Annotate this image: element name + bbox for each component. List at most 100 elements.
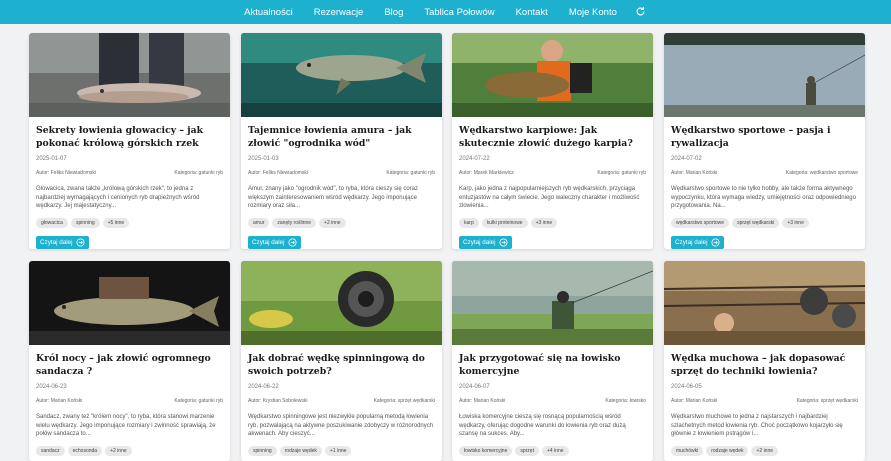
post-category: Kategoria: gatunki ryb [597,170,646,176]
tag-chip-more[interactable]: +5 inne [102,217,130,228]
post-excerpt: Głowacica, zwana także „królową górskich… [36,186,200,210]
tag-chip-more[interactable]: +2 inne [751,445,779,456]
tag-chip[interactable]: głowacica [36,217,68,228]
post-tags: karp kulki proteinowe +3 inne [459,217,646,228]
angler-holding-carp-photo[interactable] [452,33,653,117]
post-author: Autor: Marek Markiewicz [459,170,514,176]
post-card: Sekrety łowienia głowacicy – jak pokonać… [29,33,230,249]
post-card: Król nocy – jak złowić ogromnego sandacz… [29,261,230,461]
tag-chip-more[interactable]: +3 inne [782,217,809,228]
post-author: Autor: Marian Koński [459,398,506,404]
post-author: Autor: Marian Koński [36,398,83,404]
post-date: 2024-06-07 [459,384,490,390]
tag-chip[interactable]: rodzaje wędek [279,445,322,456]
post-card: Wędkarstwo karpiowe: Jak skutecznie złow… [452,33,653,249]
post-category: Kategoria: gatunki ryb [174,398,223,404]
grass-carp-underwater-photo[interactable] [241,33,442,117]
tag-chip-more[interactable]: +2 inne [105,445,132,456]
post-card: Wędkarstwo sportowe – pasja i rywalizacj… [664,33,865,249]
post-tags: amur zanęty roślinne +2 inne [248,217,435,228]
tag-chip[interactable]: spinning [248,445,277,456]
nav-item-moje-konto[interactable]: Moje Konto [569,7,617,18]
post-excerpt: Wędkarstwo sportowe to nie tylko hobby, … [671,186,856,210]
read-more-label: Czytaj dalej [463,238,496,246]
read-more-button[interactable]: Czytaj dalej [36,235,89,249]
post-author: Autor: Marian Koński [671,170,718,176]
tag-chip[interactable]: amur [248,217,270,228]
tag-chip[interactable]: sprzęt [515,445,539,456]
fly-rods-reels-photo[interactable] [664,261,865,345]
tag-chip-more[interactable]: +3 inne [530,217,558,228]
post-author: Autor: Marian Koński [671,398,718,404]
post-card: Tajemnice łowienia amura – jak złowić "o… [241,33,442,249]
post-title[interactable]: Król nocy – jak złowić ogromnego sandacz… [36,353,223,378]
angler-on-lake-photo[interactable] [664,33,865,117]
tag-chip[interactable]: rodzaje wędek [706,445,749,456]
tag-chip[interactable]: sandacz [36,445,65,456]
tag-chip-more[interactable]: +1 inne [324,445,352,456]
post-excerpt: Sandacz, zwany też "królem nocy", to ryb… [36,414,216,438]
post-title[interactable]: Wędkarstwo sportowe – pasja i rywalizacj… [671,125,858,150]
post-excerpt: Wędkarstwo spinningowe jest niezwykle po… [248,414,434,438]
read-more-label: Czytaj dalej [40,238,73,246]
post-title[interactable]: Tajemnice łowienia amura – jak złowić "o… [248,125,435,150]
spinning-reel-lure-photo[interactable] [241,261,442,345]
post-excerpt: Łowiska komercyjne cieszą się rosnącą po… [459,414,626,438]
zander-fish-photo[interactable] [29,261,230,345]
read-more-button[interactable]: Czytaj dalej [248,235,301,249]
post-card: Jak przygotować się na łowisko komercyjn… [452,261,653,461]
nav-item-kontakt[interactable]: Kontakt [516,7,548,18]
post-author: Autor: Feliks Niewiadomski [36,170,97,176]
post-category: Kategoria: wędkarstwo sportowe [785,170,858,176]
post-tags: muchówki rodzaje wędek +2 inne [671,445,858,456]
refresh-icon[interactable] [635,6,647,18]
tag-chip[interactable]: spinning [70,217,100,228]
post-author: Autor: Krystian Sobolewski [248,398,308,404]
post-author: Autor: Feliks Niewiadomski [248,170,309,176]
nav-item-aktualnosci[interactable]: Aktualności [244,7,293,18]
tag-chip-more[interactable]: +2 inne [319,217,346,228]
tag-chip[interactable]: łowisko komercyjne [459,445,513,456]
tag-chip[interactable]: wędkarstwo sportowe [671,217,730,228]
post-excerpt: Wędkarstwo muchowe to jedna z najstarszy… [671,414,843,438]
arrow-right-circle-icon [711,238,720,247]
post-card: Jak dobrać wędkę spinningową do swoich p… [241,261,442,461]
post-title[interactable]: Jak dobrać wędkę spinningową do swoich p… [248,353,435,378]
post-tags: sandacz echosonda +2 inne [36,445,223,456]
angler-sitting-bank-photo[interactable] [452,261,653,345]
post-title[interactable]: Wędkarstwo karpiowe: Jak skutecznie złow… [459,125,646,150]
tag-chip-more[interactable]: +4 inne [541,445,569,456]
post-tags: spinning rodzaje wędek +1 inne [248,445,435,456]
read-more-button[interactable]: Czytaj dalej [671,235,724,249]
read-more-label: Czytaj dalej [675,238,708,246]
post-date: 2024-07-02 [671,156,702,162]
arrow-right-circle-icon [76,238,85,247]
tag-chip[interactable]: kulki proteinowe [481,217,528,228]
top-navbar: Aktualności Rezerwacje Blog Tablica Poło… [0,0,891,24]
post-title[interactable]: Sekrety łowienia głowacicy – jak pokonać… [36,125,223,150]
tag-chip[interactable]: karp [459,217,479,228]
read-more-button[interactable]: Czytaj dalej [459,235,512,249]
post-title[interactable]: Wędka muchowa – jak dopasować sprzęt do … [671,353,858,378]
post-date: 2024-06-23 [36,384,67,390]
post-excerpt: Amur, znany jako "ogrodnik wód", to ryba… [248,186,419,210]
tag-chip[interactable]: muchówki [671,445,704,456]
nav-item-blog[interactable]: Blog [384,7,403,18]
post-date: 2024-06-05 [671,384,702,390]
nav-item-rezerwacje[interactable]: Rezerwacje [314,7,364,18]
post-category: Kategoria: gatunki ryb [174,170,223,176]
post-date: 2025-01-07 [36,156,67,162]
tag-chip[interactable]: echosonda [67,445,103,456]
post-category: Kategoria: sprzęt wędkarski [796,398,858,404]
post-excerpt: Karp, jako jedna z najpopularniejszych r… [459,186,640,210]
tag-chip[interactable]: sprzęt wędkarski [732,217,780,228]
tag-chip[interactable]: zanęty roślinne [272,217,317,228]
post-tags: głowacica spinning +5 inne [36,217,223,228]
nav-menu: Aktualności Rezerwacje Blog Tablica Poło… [0,0,891,24]
nav-item-tablica-polowow[interactable]: Tablica Połowów [424,7,494,18]
huchen-fish-photo[interactable] [29,33,230,117]
post-date: 2024-06-22 [248,384,279,390]
read-more-label: Czytaj dalej [252,238,285,246]
post-category: Kategoria: sprzęt wędkarski [373,398,435,404]
post-title[interactable]: Jak przygotować się na łowisko komercyjn… [459,353,646,378]
